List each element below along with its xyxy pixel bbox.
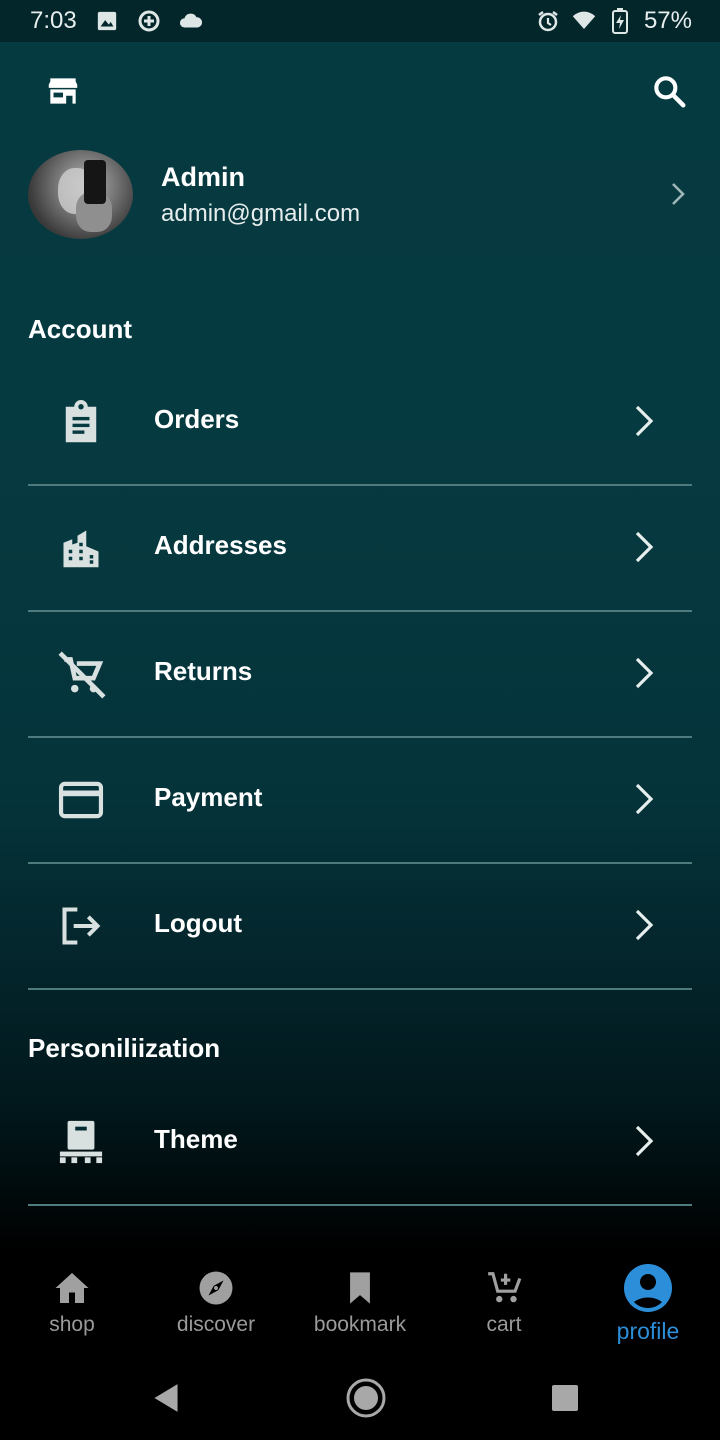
menu-item-label: Addresses: [154, 530, 287, 560]
profile-name: Admin: [161, 162, 245, 192]
nav-label: cart: [486, 1313, 522, 1336]
system-navigation-bar: [0, 1358, 720, 1440]
nav-item-profile[interactable]: profile: [576, 1250, 720, 1358]
menu-item-label: Logout: [154, 908, 243, 938]
status-bar: 7:03 57%: [0, 0, 720, 42]
nav-label: bookmark: [313, 1313, 407, 1336]
battery-percentage: 57%: [643, 7, 692, 34]
menu-item-logout[interactable]: Logout: [28, 864, 692, 990]
nav-label: profile: [616, 1318, 680, 1344]
data-saver-icon: [137, 9, 161, 33]
wifi-icon: [572, 9, 596, 33]
credit-card-icon: [54, 775, 108, 825]
section-title-account: Account: [28, 314, 132, 344]
top-app-bar: [0, 42, 720, 142]
remove-cart-icon: [54, 649, 108, 699]
search-icon[interactable]: [650, 72, 688, 110]
chevron-right-icon: [632, 403, 656, 439]
menu-item-theme[interactable]: Theme: [28, 1080, 692, 1206]
store-icon[interactable]: [44, 72, 82, 110]
section-title-personalization: Personiliization: [28, 1033, 221, 1063]
recents-icon[interactable]: [543, 1376, 587, 1420]
chevron-right-icon: [632, 781, 656, 817]
account-circle-icon: [624, 1264, 672, 1312]
menu-item-label: Orders: [154, 404, 240, 434]
alarm-icon: [536, 9, 560, 33]
bookmark-icon: [340, 1268, 380, 1308]
cloud-icon: [179, 9, 203, 33]
nav-label: shop: [49, 1313, 95, 1336]
profile-email: admin@gmail.com: [161, 200, 361, 227]
nav-item-cart[interactable]: cart: [432, 1250, 576, 1358]
compass-icon: [196, 1268, 236, 1308]
logout-icon: [54, 901, 108, 951]
status-time: 7:03: [30, 7, 77, 34]
nav-item-bookmark[interactable]: bookmark: [288, 1250, 432, 1358]
chevron-right-icon: [632, 655, 656, 691]
menu-item-label: Theme: [154, 1124, 238, 1154]
chevron-right-icon: [632, 907, 656, 943]
building-icon: [54, 523, 108, 573]
profile-screen: 7:03 57% Admin admin@gmail.com Account O…: [0, 0, 720, 1440]
bottom-navigation: shop discover bookmark cart profile: [0, 1250, 720, 1358]
theme-icon: [54, 1117, 108, 1167]
home-icon: [52, 1268, 92, 1308]
profile-header[interactable]: Admin admin@gmail.com: [0, 148, 720, 240]
menu-item-payment[interactable]: Payment: [28, 738, 692, 864]
image-icon: [95, 9, 119, 33]
menu-item-addresses[interactable]: Addresses: [28, 486, 692, 612]
add-cart-icon: [484, 1268, 524, 1308]
chevron-right-icon[interactable]: [668, 181, 688, 207]
home-button-icon[interactable]: [344, 1376, 388, 1420]
chevron-right-icon: [632, 1123, 656, 1159]
nav-item-discover[interactable]: discover: [144, 1250, 288, 1358]
menu-item-label: Payment: [154, 782, 263, 812]
battery-charging-icon: [608, 8, 632, 34]
menu-item-returns[interactable]: Returns: [28, 612, 692, 738]
chevron-right-icon: [632, 529, 656, 565]
clipboard-icon: [54, 397, 108, 447]
back-icon[interactable]: [144, 1376, 188, 1420]
menu-item-orders[interactable]: Orders: [28, 360, 692, 486]
menu-item-label: Returns: [154, 656, 253, 686]
avatar[interactable]: [28, 150, 133, 239]
nav-item-shop[interactable]: shop: [0, 1250, 144, 1358]
nav-label: discover: [176, 1313, 256, 1336]
